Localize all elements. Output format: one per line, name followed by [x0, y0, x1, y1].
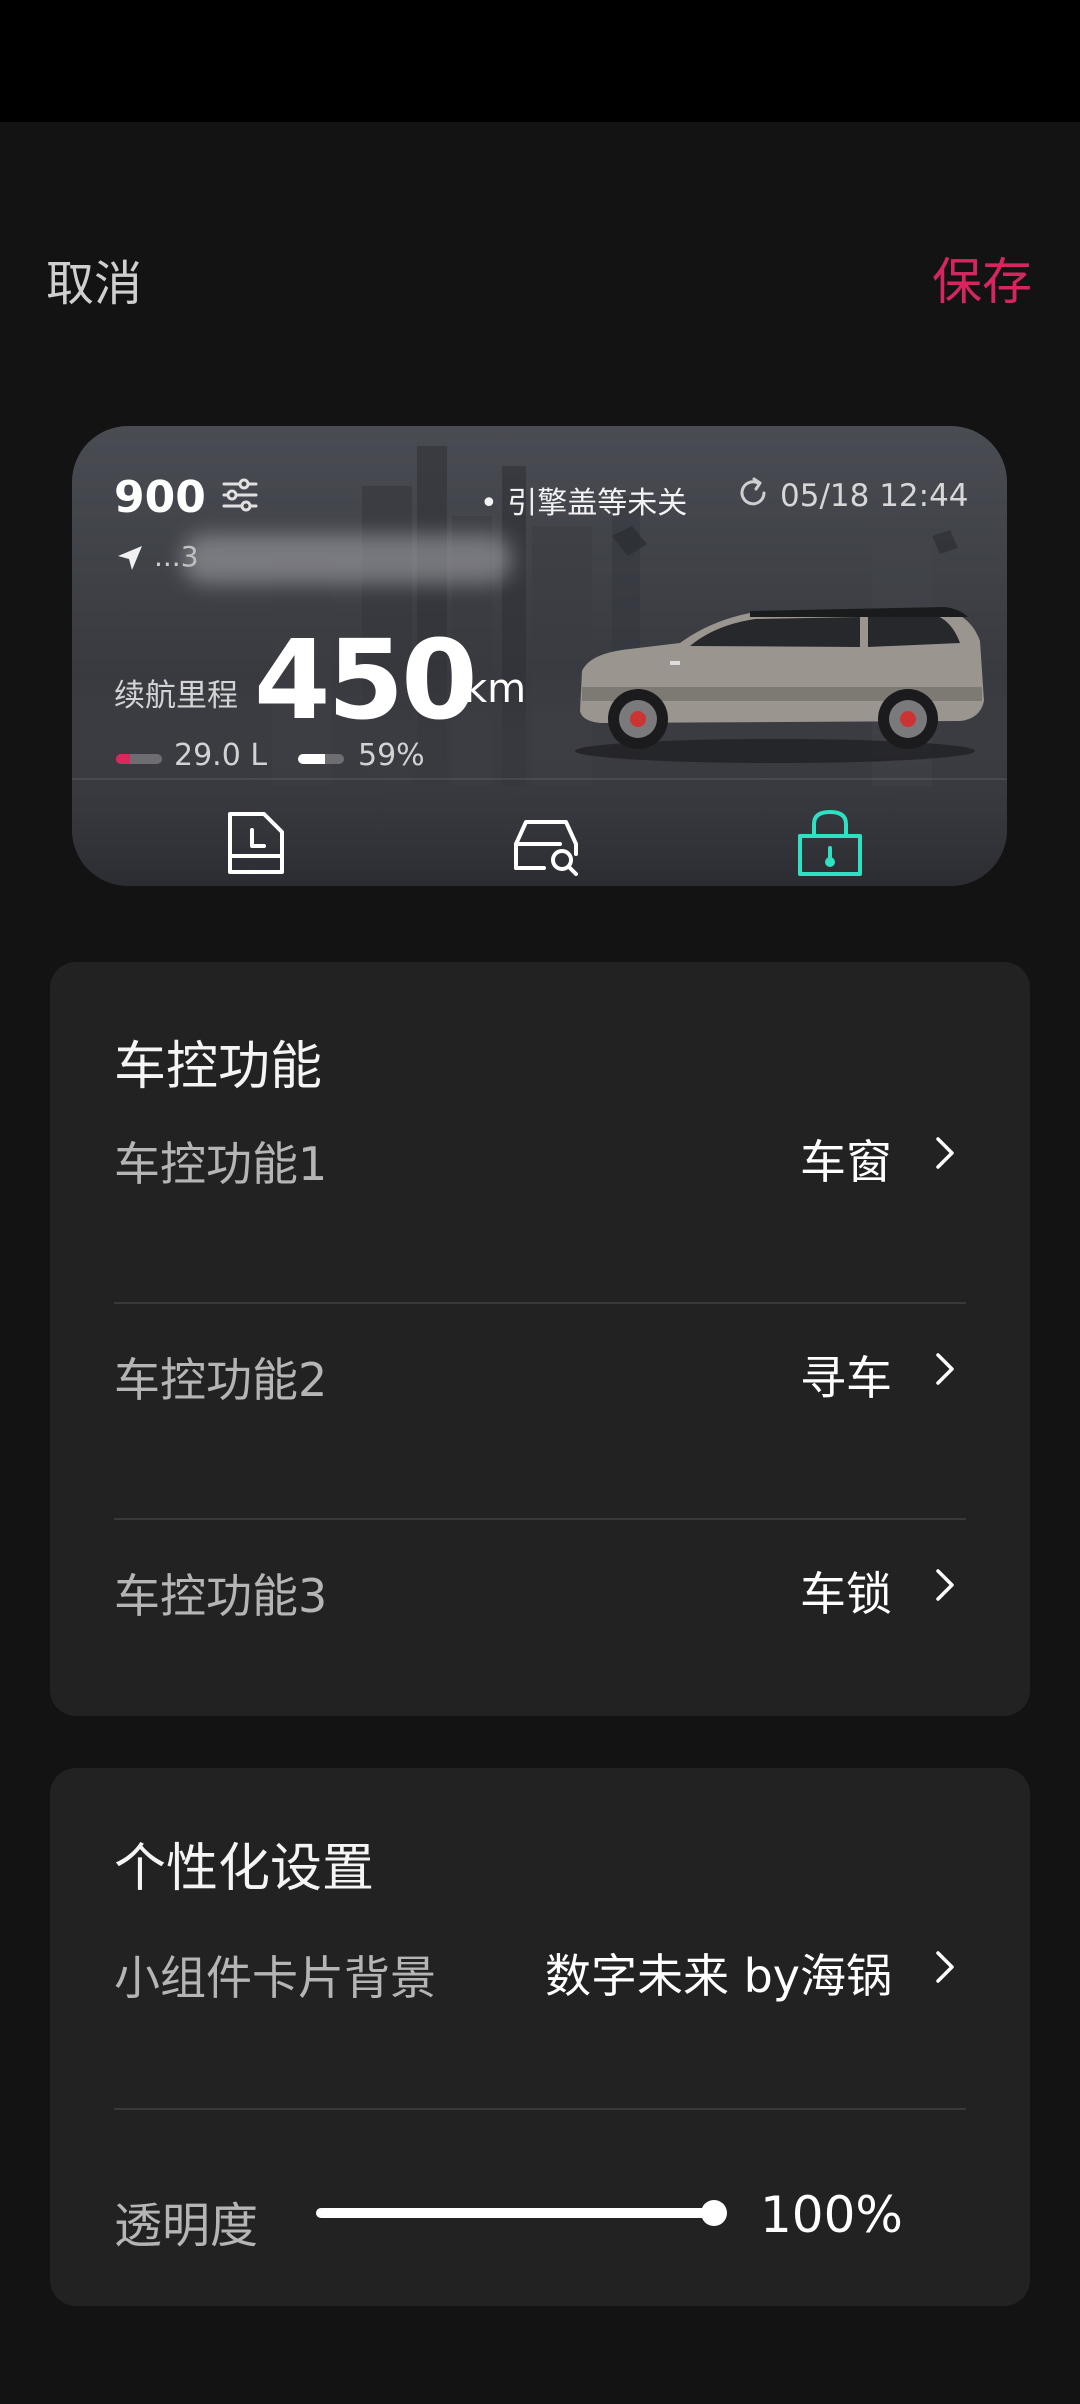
slider-thumb[interactable]: [701, 2200, 727, 2226]
alert-text: • 引擎盖等未关: [480, 486, 688, 521]
range-label: 续航里程: [114, 678, 238, 714]
fuel-level-bar: [116, 754, 162, 764]
widget-background-row[interactable]: 小组件卡片背景 数字未来 by海锅: [114, 1892, 966, 2042]
opacity-slider[interactable]: [316, 2200, 727, 2226]
personalization-section: 个性化设置 小组件卡片背景 数字未来 by海锅 透明度 100%: [50, 1768, 1030, 2306]
row-value: 寻车: [800, 1351, 892, 1405]
location-arrow-icon: [118, 546, 142, 570]
row-value: 车锁: [800, 1567, 892, 1621]
widget-preview-card: 900 • 引擎盖等未关 05/18 12:44 ...3 续航里程 450 k…: [72, 426, 1007, 886]
top-bar: [0, 122, 1080, 422]
row-value: 车窗: [800, 1135, 892, 1189]
blurred-address: [182, 534, 512, 584]
chevron-right-icon: [936, 1353, 954, 1385]
cancel-button[interactable]: 取消: [46, 244, 142, 314]
find-car-icon[interactable]: [506, 802, 586, 882]
calendar-icon[interactable]: [216, 802, 296, 882]
refresh-icon[interactable]: [736, 476, 770, 510]
lock-icon[interactable]: [790, 802, 870, 882]
chevron-right-icon: [936, 1569, 954, 1601]
row-label: 小组件卡片背景: [114, 1951, 436, 2005]
save-button[interactable]: 保存: [932, 242, 1032, 314]
opacity-value: 100%: [760, 2186, 903, 2244]
vehicle-controls-section: 车控功能 车控功能1 车窗 车控功能2 寻车 车控功能3 车锁: [50, 962, 1030, 1716]
row-label: 车控功能3: [114, 1569, 328, 1623]
chevron-right-icon: [936, 1951, 954, 1983]
fuel-amount: 29.0 L: [174, 738, 268, 773]
status-bar: [0, 0, 1080, 122]
chevron-right-icon: [936, 1137, 954, 1169]
row-value: 数字未来 by海锅: [544, 1949, 892, 2003]
row-divider: [114, 2108, 966, 2110]
settings-sliders-icon: [222, 478, 258, 512]
range-value: 450: [254, 616, 478, 744]
control-row-3[interactable]: 车控功能3 车锁: [114, 1510, 966, 1660]
widget-divider: [72, 778, 1007, 780]
control-row-1[interactable]: 车控功能1 车窗: [114, 1078, 966, 1228]
row-label: 车控功能2: [114, 1353, 328, 1407]
range-unit: km: [464, 666, 527, 712]
opacity-label: 透明度: [114, 2198, 259, 2254]
row-label: 车控功能1: [114, 1137, 328, 1191]
update-timestamp: 05/18 12:44: [780, 478, 969, 514]
battery-percent: 59%: [358, 738, 425, 773]
section-title: 个性化设置: [114, 1839, 375, 1899]
odometer-value: 900: [114, 472, 206, 523]
car-image: [575, 607, 984, 763]
control-row-2[interactable]: 车控功能2 寻车: [114, 1294, 966, 1444]
battery-level-bar: [298, 754, 344, 764]
